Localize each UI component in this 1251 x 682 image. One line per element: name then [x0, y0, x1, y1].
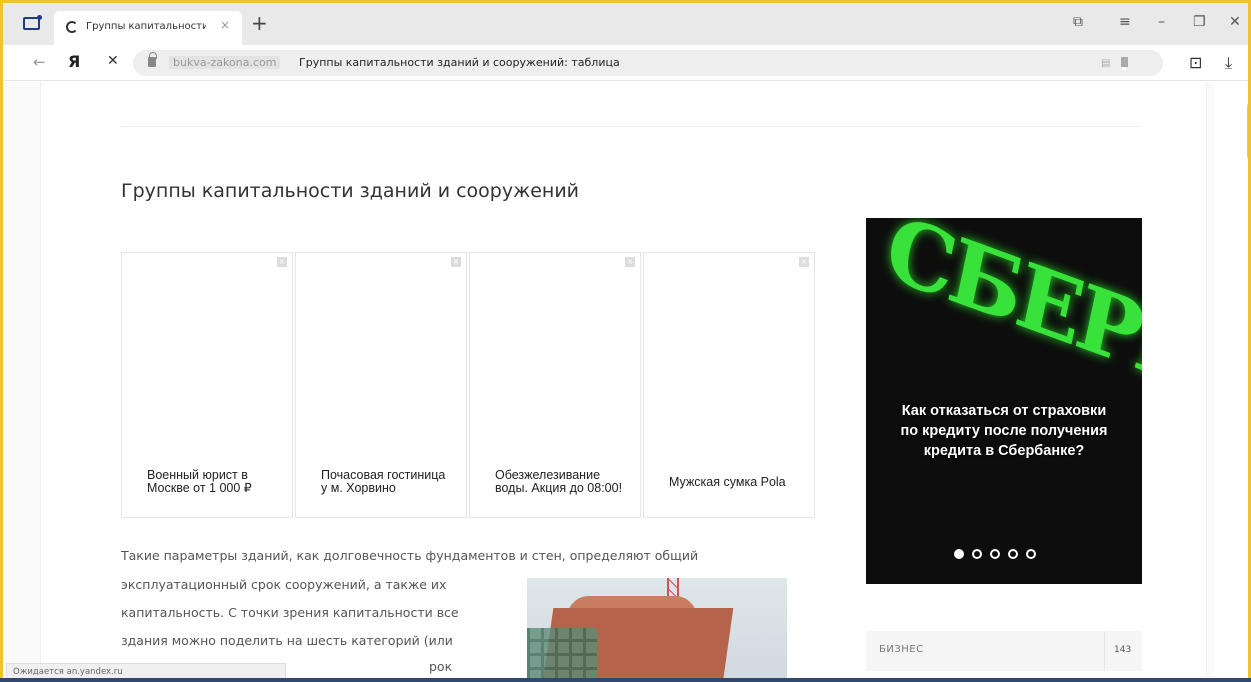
ad-text: Мужская сумка Pola — [669, 475, 786, 489]
tab-close-button[interactable]: × — [220, 18, 230, 32]
protect-icon[interactable]: ⊡ — [1189, 53, 1202, 72]
ad-card[interactable]: × Мужская сумка Pola — [643, 252, 815, 518]
back-button[interactable]: ← — [33, 53, 46, 71]
ad-text: Военный юрист в Москве от 1 000 ₽ — [147, 468, 252, 495]
browser-window: Группы капитальности × + ⧉ ≡ – ❐ ✕ ← Я ✕… — [0, 0, 1251, 682]
slider-dots — [954, 544, 1044, 563]
new-tab-button[interactable]: + — [251, 13, 268, 33]
stop-loading-button[interactable]: ✕ — [107, 53, 119, 69]
close-window-button[interactable]: ✕ — [1229, 13, 1241, 31]
bookmark-icon[interactable] — [1121, 57, 1128, 70]
url-page-title: Группы капитальности зданий и сооружений… — [299, 56, 620, 69]
ad-card[interactable]: × Обезжелезивание воды. Акция до 08:00! — [469, 252, 641, 518]
article-paragraph-line: здания можно поделить на шесть категорий… — [121, 633, 453, 648]
slider-dot[interactable] — [1008, 549, 1018, 559]
scaffold-illustration — [527, 628, 597, 682]
tab-active[interactable]: Группы капитальности × — [54, 11, 242, 45]
taskbar — [0, 678, 1251, 682]
category-count: 143 — [1114, 645, 1132, 655]
ad-text: Обезжелезивание воды. Акция до 08:00! — [495, 468, 623, 495]
ad-card[interactable]: × Почасовая гостиница у м. Хорвино — [295, 252, 467, 518]
tabs-overview-icon[interactable] — [23, 15, 42, 30]
article-paragraph-line: Такие параметры зданий, как долговечност… — [121, 548, 699, 563]
scrollbar-thumb[interactable] — [1247, 103, 1248, 159]
ad-close-icon[interactable]: × — [451, 257, 461, 267]
reader-mode-icon[interactable]: ▤ — [1101, 58, 1110, 69]
category-item-biznes[interactable]: БИЗНЕС 143 — [866, 631, 1142, 671]
ad-close-icon[interactable]: × — [277, 257, 287, 267]
lock-icon[interactable] — [148, 52, 157, 67]
promo-slider[interactable]: СБЕРБАН Как отказаться от страховки по к… — [866, 218, 1142, 584]
tab-title: Группы капитальности — [86, 21, 206, 32]
yandex-logo[interactable]: Я — [68, 52, 80, 71]
slider-dot[interactable] — [954, 549, 964, 559]
menu-icon[interactable]: ≡ — [1119, 13, 1131, 31]
address-bar: ← Я ✕ bukva-zakona.com Группы капитально… — [3, 45, 1248, 81]
url-domain: bukva-zakona.com — [169, 56, 281, 69]
ad-close-icon[interactable]: × — [625, 257, 635, 267]
tab-bar: Группы капитальности × + ⧉ ≡ – ❐ ✕ — [3, 3, 1248, 45]
loading-icon — [66, 21, 78, 33]
ad-block: × Военный юрист в Москве от 1 000 ₽ × По… — [121, 252, 815, 518]
ad-close-icon[interactable]: × — [799, 257, 809, 267]
downloads-icon[interactable]: ⤓ — [1225, 53, 1232, 73]
article-paragraph-line: эксплуатационный срок сооружений, а такж… — [121, 577, 447, 592]
slider-dot[interactable] — [990, 549, 1000, 559]
ad-card[interactable]: × Военный юрист в Москве от 1 000 ₽ — [121, 252, 293, 518]
slider-dot[interactable] — [1026, 549, 1036, 559]
article-paragraph-line: рок — [429, 659, 453, 674]
divider — [121, 126, 1141, 127]
divider — [1104, 631, 1105, 671]
scrollbar-track[interactable] — [1214, 82, 1248, 682]
minimize-button[interactable]: – — [1158, 13, 1165, 31]
article-title: Группы капитальности зданий и сооружений — [121, 180, 580, 202]
promo-title[interactable]: Как отказаться от страховки по кредиту п… — [894, 401, 1114, 461]
category-name: БИЗНЕС — [879, 644, 924, 655]
restore-button[interactable]: ❐ — [1193, 13, 1206, 31]
ad-text: Почасовая гостиница у м. Хорвино — [321, 468, 446, 495]
slider-dot[interactable] — [972, 549, 982, 559]
popup-windows-icon[interactable]: ⧉ — [1073, 13, 1083, 31]
article-image — [527, 578, 787, 682]
url-field[interactable]: bukva-zakona.com Группы капитальности зд… — [133, 50, 1163, 76]
article-paragraph-line: капитальность. С точки зрения капитально… — [121, 605, 459, 620]
